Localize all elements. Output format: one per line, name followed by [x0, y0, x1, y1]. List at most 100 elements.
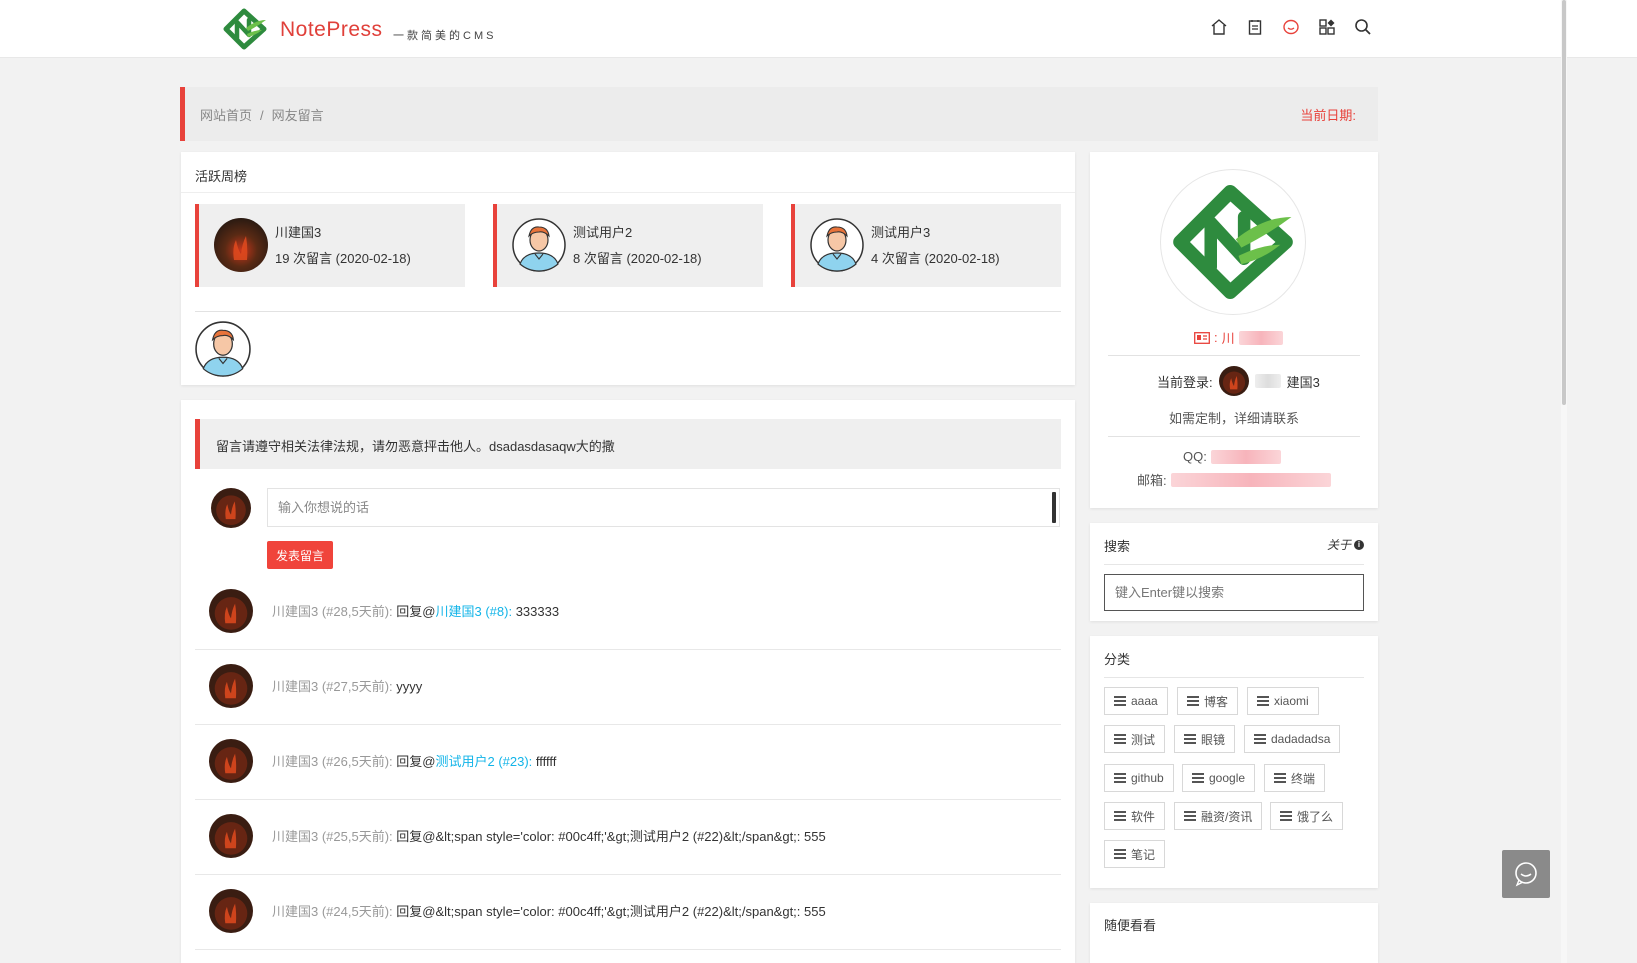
commenter-avatar[interactable] — [209, 814, 253, 858]
comment-text: 回复@&lt;span style='color: #00c4ff;'&gt;测… — [396, 904, 826, 919]
comment-author[interactable]: 川建国3 (#25,5天前): — [272, 829, 393, 844]
apps-icon[interactable] — [1316, 16, 1338, 38]
category-tag[interactable]: 软件 — [1104, 802, 1166, 830]
redacted-block — [1210, 449, 1281, 464]
login-name[interactable]: 建国3 — [1287, 372, 1320, 391]
user-avatar-default[interactable] — [512, 218, 566, 272]
site-logo-large-icon — [1160, 169, 1306, 315]
id-card-icon — [1194, 331, 1210, 344]
category-tag[interactable]: 终端 — [1264, 764, 1326, 792]
comment-author[interactable]: 川建国3 (#28,5天前): — [272, 604, 393, 619]
page-scrollbar-thumb[interactable] — [1562, 0, 1566, 405]
breadcrumb-separator: / — [260, 108, 264, 123]
category-tag-label: google — [1209, 771, 1246, 785]
info-icon[interactable]: i — [1354, 539, 1364, 550]
divider — [1104, 564, 1364, 565]
divider — [1104, 677, 1364, 678]
post-message-button[interactable]: 发表留言 — [267, 541, 333, 569]
redacted-block — [1170, 472, 1331, 487]
comment-text: ffffff — [535, 754, 557, 769]
category-tag[interactable]: xiaomi — [1247, 687, 1319, 715]
list-icon — [1274, 773, 1286, 783]
list-icon — [1184, 811, 1196, 821]
divider — [1108, 355, 1360, 356]
commenter-avatar[interactable] — [209, 589, 253, 633]
input-resize-handle — [1052, 492, 1056, 523]
search-input[interactable] — [1104, 574, 1364, 611]
category-tag[interactable]: 融资/资讯 — [1174, 802, 1263, 830]
comment-line: 川建国3 (#26,5天前): 回复@测试用户2 (#23): ffffff — [272, 751, 556, 770]
top-user-card[interactable]: 川建国3 19 次留言 (2020-02-18) — [195, 204, 465, 287]
top-user-card[interactable]: 测试用户3 4 次留言 (2020-02-18) — [791, 204, 1061, 287]
user-avatar-default[interactable] — [810, 218, 864, 272]
comment-item: 川建国3 (#27,5天前): yyyy — [195, 650, 1061, 725]
category-tag[interactable]: 测试 — [1104, 725, 1166, 753]
divider — [181, 192, 1075, 193]
comment-author[interactable]: 川建国3 (#27,5天前): — [272, 679, 393, 694]
qq-label: QQ: — [1183, 449, 1207, 464]
home-icon[interactable] — [1208, 16, 1230, 38]
random-posts-title: 随便看看 — [1104, 918, 1157, 933]
comment-text: 回复@&lt;span style='color: #00c4ff;'&gt;测… — [396, 829, 826, 844]
comment-text: 333333 — [515, 604, 560, 619]
category-tag[interactable]: 笔记 — [1104, 840, 1166, 868]
top-user-name[interactable]: 川建国3 — [275, 222, 321, 241]
comment-author[interactable]: 川建国3 (#26,5天前): — [272, 754, 393, 769]
comment-item: 川建国3 (#25,5天前): 回复@&lt;span style='color… — [195, 800, 1061, 875]
chat-float-button[interactable] — [1502, 850, 1550, 898]
random-posts-widget: 随便看看 — [1090, 903, 1378, 963]
breadcrumb: 网站首页 / 网友留言 — [200, 105, 324, 124]
email-label: 邮箱: — [1137, 473, 1167, 488]
comment-text: yyyy — [396, 679, 423, 694]
current-date-label: 当前日期: — [1300, 108, 1356, 123]
user-avatar-flame[interactable] — [214, 218, 268, 272]
list-icon — [1114, 811, 1126, 821]
list-icon — [1184, 734, 1196, 744]
category-tag-label: 终端 — [1291, 771, 1316, 786]
login-user-avatar[interactable] — [1218, 366, 1249, 396]
redacted-block — [1238, 330, 1283, 345]
category-tag-label: 融资/资讯 — [1201, 809, 1253, 824]
commenter-avatar[interactable] — [209, 664, 253, 708]
comment-mention-link[interactable]: 测试用户2 (#23): — [435, 754, 532, 769]
list-icon — [1187, 696, 1199, 706]
divider — [1108, 436, 1360, 437]
about-link[interactable]: 关于 i — [1327, 536, 1364, 553]
brand-name[interactable]: NotePress — [280, 18, 383, 42]
commenter-avatar[interactable] — [209, 739, 253, 783]
top-user-count: 19 次留言 (2020-02-18) — [275, 251, 411, 266]
category-tag[interactable]: 饿了么 — [1270, 802, 1344, 830]
category-tag[interactable]: 博客 — [1177, 687, 1239, 715]
brand-logo-icon[interactable] — [222, 8, 268, 50]
category-tag[interactable]: dadadadsa — [1244, 725, 1341, 753]
notebook-icon[interactable] — [1244, 16, 1266, 38]
user-avatar-default[interactable] — [195, 321, 251, 377]
top-user-name[interactable]: 测试用户2 — [573, 222, 632, 241]
category-tag[interactable]: github — [1104, 764, 1174, 792]
notice-text: 留言请遵守相关法律法规，请勿恶意抨击他人。dsadasdasaqw大的撒 — [216, 439, 615, 454]
category-tag[interactable]: aaaa — [1104, 687, 1168, 715]
brand-tagline: 一款简美的CMS — [393, 30, 497, 42]
breadcrumb-bar: 网站首页 / 网友留言 当前日期: — [180, 87, 1378, 141]
message-icon[interactable] — [1280, 16, 1302, 38]
message-input[interactable] — [267, 488, 1060, 527]
chat-icon — [1515, 862, 1537, 887]
category-tag-label: aaaa — [1131, 694, 1158, 708]
breadcrumb-home-link[interactable]: 网站首页 — [200, 108, 252, 123]
categories-title: 分类 — [1104, 652, 1131, 667]
comment-author[interactable]: 川建国3 (#24,5天前): — [272, 904, 393, 919]
list-icon — [1254, 734, 1266, 744]
category-tag-label: 笔记 — [1131, 847, 1156, 862]
category-tag[interactable]: 眼镜 — [1174, 725, 1236, 753]
custom-contact-text: 如需定制，详细请联系 — [1168, 411, 1299, 426]
about-label[interactable]: 关于 — [1327, 536, 1351, 553]
category-tag[interactable]: google — [1182, 764, 1256, 792]
list-icon — [1114, 734, 1126, 744]
top-user-name[interactable]: 测试用户3 — [871, 222, 930, 241]
profile-id-line: : 川 — [1194, 328, 1283, 347]
search-icon[interactable] — [1352, 16, 1374, 38]
top-user-card[interactable]: 测试用户2 8 次留言 (2020-02-18) — [493, 204, 763, 287]
comment-mention-link[interactable]: 川建国3 (#8): — [435, 604, 512, 619]
commenter-avatar[interactable] — [209, 889, 253, 933]
search-widget: 搜索 关于 i — [1090, 523, 1378, 621]
